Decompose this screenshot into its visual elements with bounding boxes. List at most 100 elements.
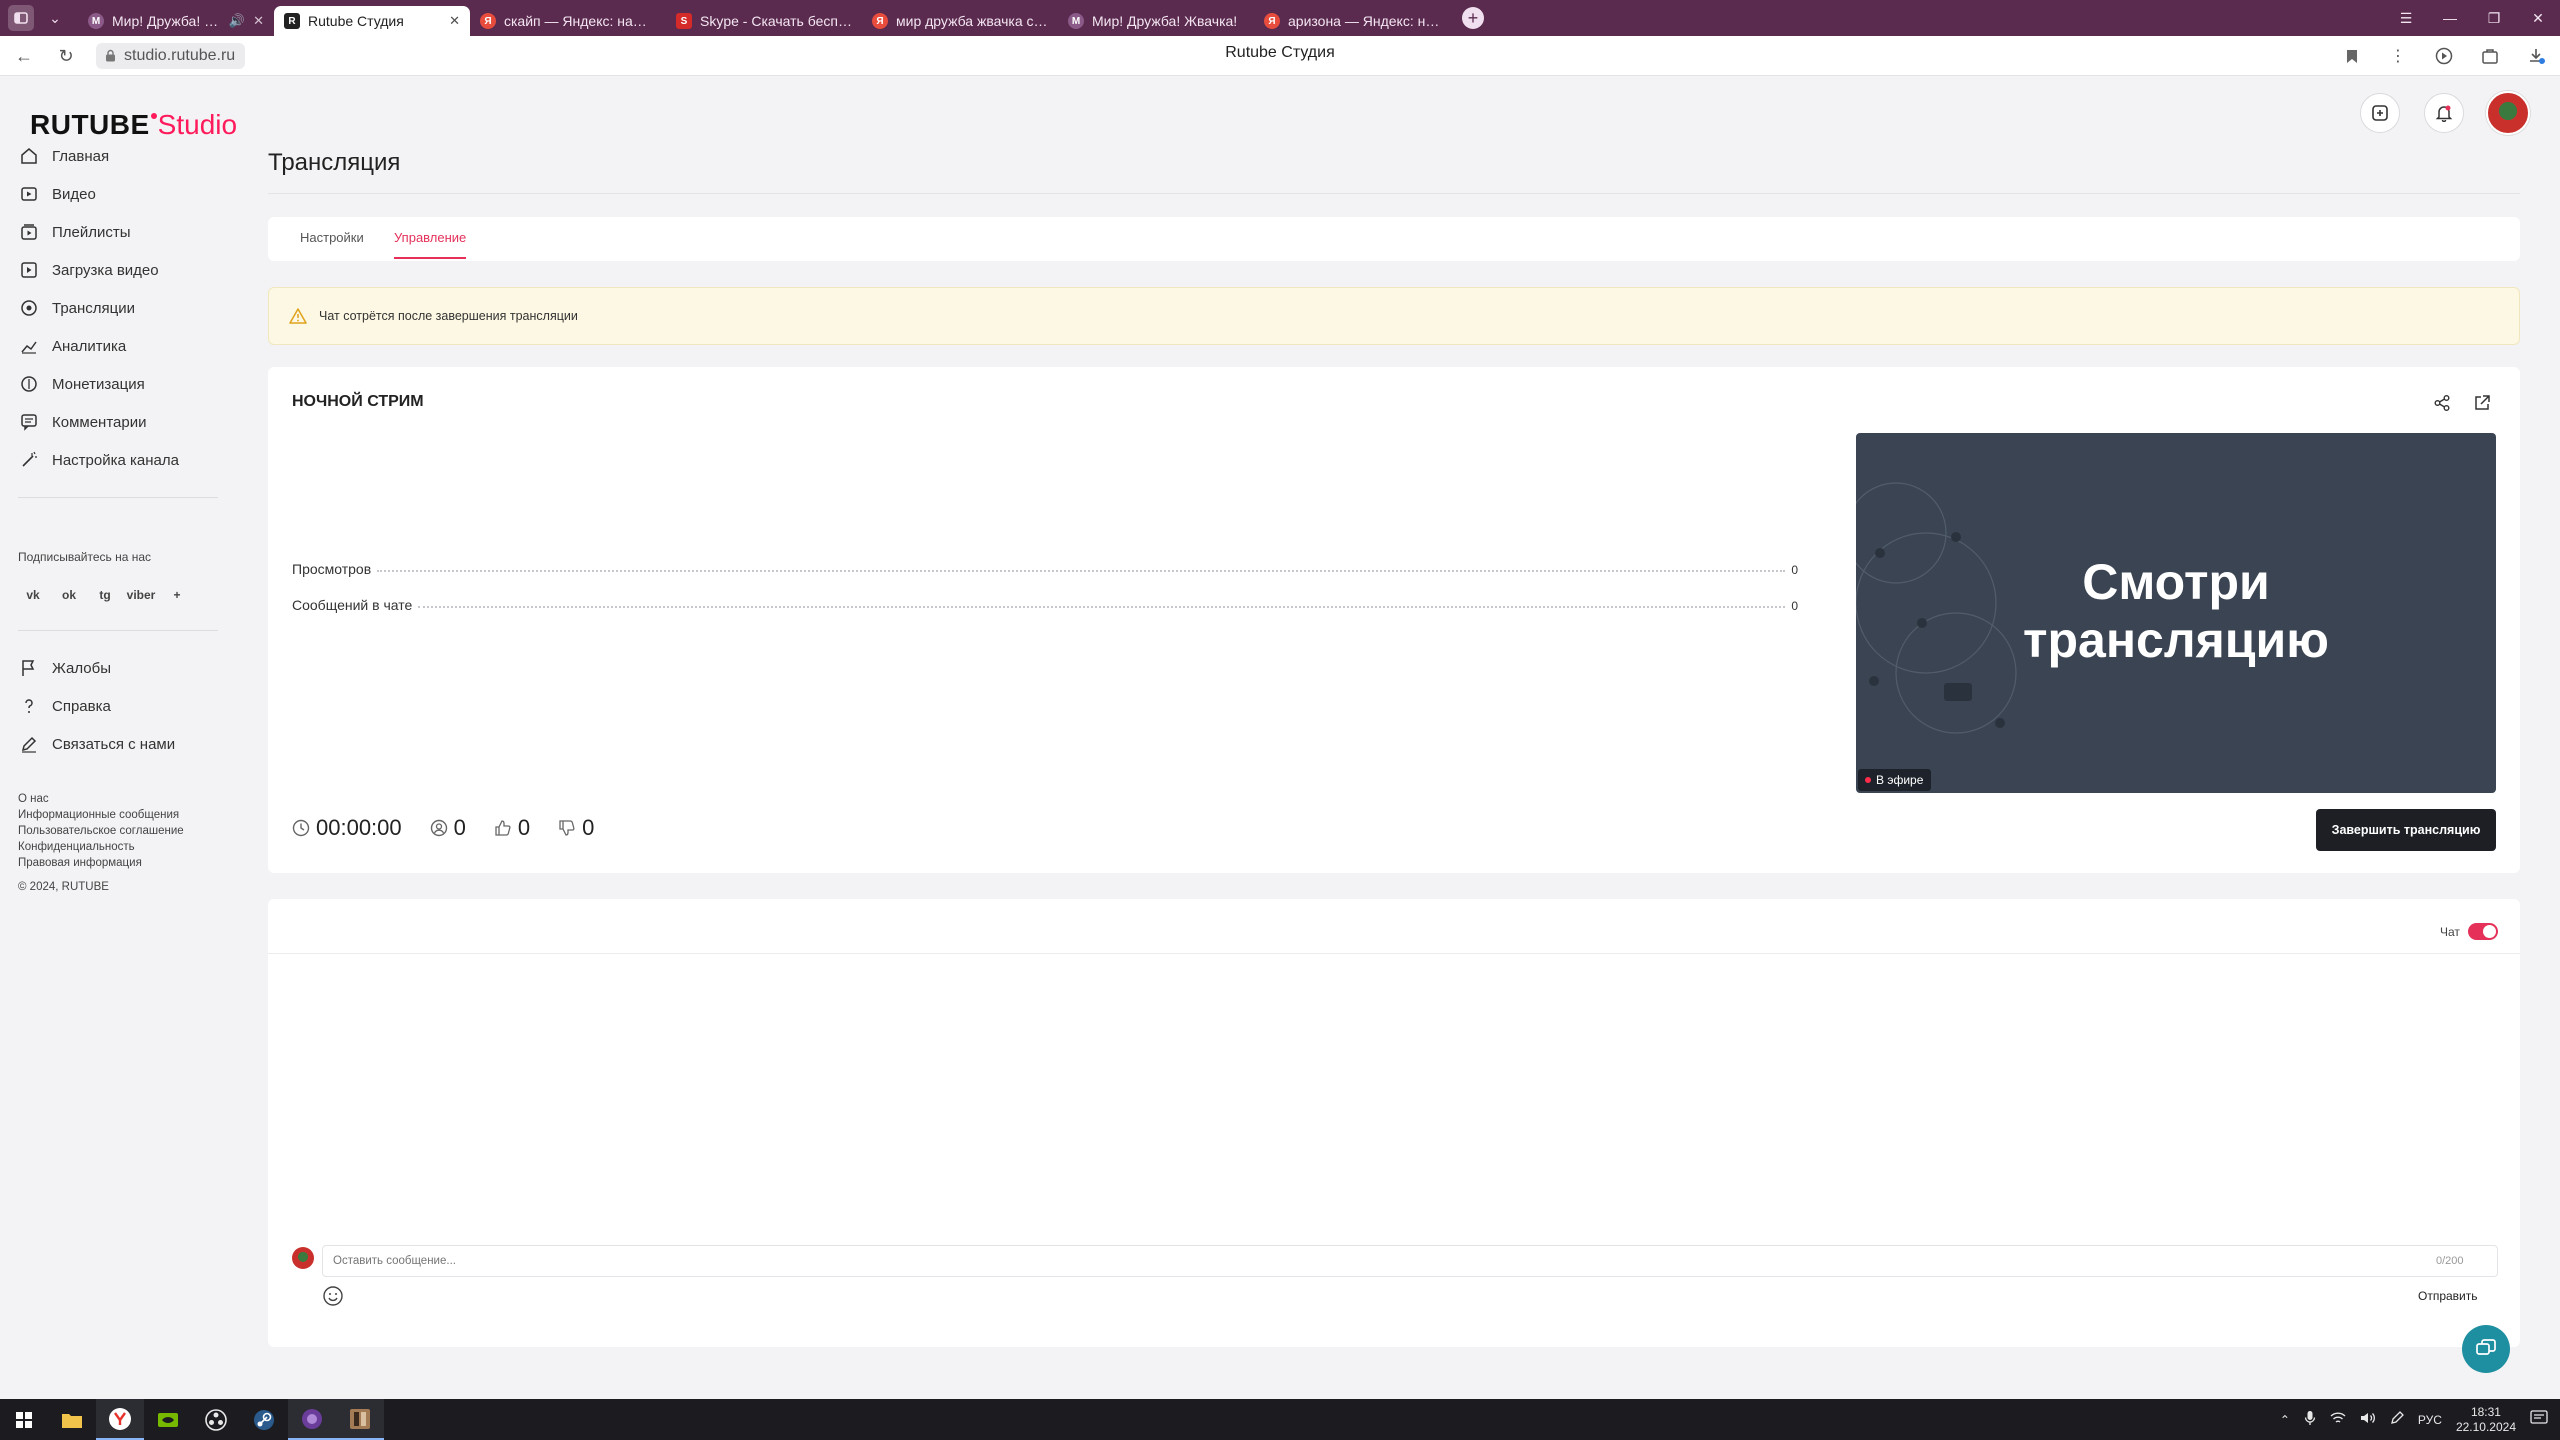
restore-icon[interactable]: ❐: [2472, 0, 2516, 36]
sidebar-item-comments[interactable]: Комментарии: [0, 403, 220, 441]
open-external-button[interactable]: [2470, 391, 2494, 415]
sidebar-item-label: Настройка канала: [52, 451, 179, 469]
footer-link-info[interactable]: Информационные сообщения: [18, 807, 220, 823]
social-links: vk ok tg viber +: [0, 584, 220, 606]
close-tab-icon[interactable]: ✕: [449, 13, 460, 29]
chat-message-input[interactable]: [322, 1245, 2498, 1277]
sidebar-item-channel-settings[interactable]: Настройка канала: [0, 441, 220, 479]
speaker-icon[interactable]: 🔊: [229, 13, 245, 29]
pen-icon[interactable]: [2390, 1411, 2404, 1428]
taskbar-nvidia[interactable]: [144, 1399, 192, 1440]
chat-toggle[interactable]: [2468, 923, 2498, 940]
browser-tab[interactable]: Я мир дружба жвачка смотреть: [862, 6, 1058, 36]
share-button[interactable]: [2430, 391, 2454, 415]
obs-icon: [205, 1408, 227, 1431]
stat-value: 0: [1791, 599, 1798, 613]
tab-title: Rutube Студия: [308, 13, 404, 29]
browser-tab-active[interactable]: R Rutube Студия ✕: [274, 6, 470, 36]
active-tab-underline: [394, 257, 466, 259]
taskbar-explorer[interactable]: [48, 1399, 96, 1440]
close-window-icon[interactable]: ✕: [2516, 0, 2560, 36]
browser-menu-button[interactable]: [8, 5, 34, 31]
chat-user-avatar: [292, 1247, 314, 1269]
footer-link-privacy[interactable]: Конфиденциальность: [18, 839, 220, 855]
sidebar-item-complaints[interactable]: Жалобы: [0, 649, 220, 687]
windows-taskbar: ⌃ РУС 18:31 22.10.2024: [0, 1399, 2560, 1440]
rutube-studio-logo[interactable]: RUTUBE Studio: [30, 101, 237, 141]
taskbar-app-purple[interactable]: [288, 1399, 336, 1440]
game-icon: [350, 1408, 370, 1429]
browser-tab[interactable]: М Мир! Дружба! Жвачка!: [1058, 6, 1254, 36]
pencil-icon: [21, 736, 37, 753]
minimize-icon[interactable]: —: [2428, 0, 2472, 36]
end-stream-button[interactable]: Завершить трансляцию: [2316, 809, 2496, 851]
dislikes-value: 0: [582, 815, 595, 840]
network-icon[interactable]: [2330, 1411, 2346, 1428]
footer-link-agreement[interactable]: Пользовательское соглашение: [18, 823, 220, 839]
more-options-icon[interactable]: ⋮: [2384, 42, 2412, 70]
sidebar-item-contact[interactable]: Связаться с нами: [0, 725, 220, 763]
downloads-icon[interactable]: [2522, 42, 2550, 70]
stat-label: Сообщений в чате: [292, 597, 413, 613]
notification-center-icon[interactable]: [2530, 1410, 2548, 1429]
create-button[interactable]: [2360, 93, 2400, 133]
language-indicator[interactable]: РУС: [2418, 1413, 2442, 1427]
footer-link-legal[interactable]: Правовая информация: [18, 855, 220, 871]
sidebar-item-playlists[interactable]: Плейлисты: [0, 213, 220, 251]
vk-icon[interactable]: vk: [22, 584, 44, 606]
taskbar-steam[interactable]: [240, 1399, 288, 1440]
more-social-icon[interactable]: +: [166, 584, 188, 606]
footer-link-about[interactable]: О нас: [18, 791, 220, 807]
notifications-button[interactable]: [2424, 93, 2464, 133]
browser-tab[interactable]: Я скайп — Яндекс: нашлось: [470, 6, 666, 36]
clock[interactable]: 18:31 22.10.2024: [2456, 1405, 2516, 1435]
browser-tab[interactable]: Я аризона — Яндекс: нашлось: [1254, 6, 1450, 36]
sidebar-item-analytics[interactable]: Аналитика: [0, 327, 220, 365]
bookmark-icon[interactable]: [2338, 42, 2366, 70]
sidebar-item-home[interactable]: Главная: [0, 137, 220, 175]
stream-preview[interactable]: Смотри трансляцию В эфире: [1856, 433, 2496, 793]
sidebar-item-video[interactable]: Видео: [0, 175, 220, 213]
microphone-icon[interactable]: [2304, 1410, 2316, 1429]
browser-tab[interactable]: М Мир! Дружба! Жвач 🔊 ✕: [78, 6, 274, 36]
sidebar-item-upload[interactable]: Загрузка видео: [0, 251, 220, 289]
sidebar-item-label: Загрузка видео: [52, 261, 159, 279]
taskbar-yandex-browser[interactable]: [96, 1399, 144, 1440]
url-field[interactable]: studio.rutube.ru: [96, 43, 246, 69]
tab-title: скайп — Яндекс: нашлось: [504, 13, 656, 29]
telegram-icon[interactable]: tg: [94, 584, 116, 606]
browser-tab[interactable]: S Skype - Скачать бесплатно: [666, 6, 862, 36]
volume-icon[interactable]: [2360, 1411, 2376, 1428]
ok-icon[interactable]: ok: [58, 584, 80, 606]
support-chat-button[interactable]: [2462, 1325, 2510, 1373]
sidebar-item-broadcasts[interactable]: Трансляции: [0, 289, 220, 327]
tab-settings[interactable]: Настройки: [300, 230, 364, 245]
folder-icon: [62, 1413, 82, 1428]
sidebar-item-help[interactable]: Справка: [0, 687, 220, 725]
user-avatar[interactable]: [2486, 91, 2530, 135]
window-icon: [14, 12, 28, 24]
tab-management[interactable]: Управление: [394, 230, 466, 245]
chat-bubbles-icon: [2476, 1339, 2496, 1355]
reload-icon[interactable]: ↻: [54, 44, 78, 68]
taskbar-obs[interactable]: [192, 1399, 240, 1440]
menu-icon[interactable]: ☰: [2384, 0, 2428, 36]
extensions-icon[interactable]: [2476, 42, 2504, 70]
sidebar-item-monetization[interactable]: Монетизация: [0, 365, 220, 403]
screen-cast-icon[interactable]: [2430, 42, 2458, 70]
close-tab-icon[interactable]: ✕: [253, 13, 264, 29]
send-message-button[interactable]: Отправить: [2418, 1289, 2478, 1303]
start-button[interactable]: [0, 1399, 48, 1440]
steam-icon: [254, 1409, 274, 1430]
tray-overflow-icon[interactable]: ⌃: [2280, 1413, 2290, 1427]
copyright: © 2024, RUTUBE: [18, 881, 109, 893]
emoji-icon[interactable]: [322, 1285, 344, 1307]
taskbar-game[interactable]: [336, 1399, 384, 1440]
tab-list-button[interactable]: ⌄: [42, 5, 68, 31]
metric-duration: 00:00:00: [292, 815, 402, 841]
yandex-favicon-icon: Я: [872, 13, 888, 29]
viber-icon[interactable]: viber: [127, 584, 156, 606]
new-tab-button[interactable]: +: [1462, 7, 1484, 29]
logo-dot-icon: [150, 113, 157, 119]
back-arrow-icon[interactable]: ←: [12, 44, 36, 68]
